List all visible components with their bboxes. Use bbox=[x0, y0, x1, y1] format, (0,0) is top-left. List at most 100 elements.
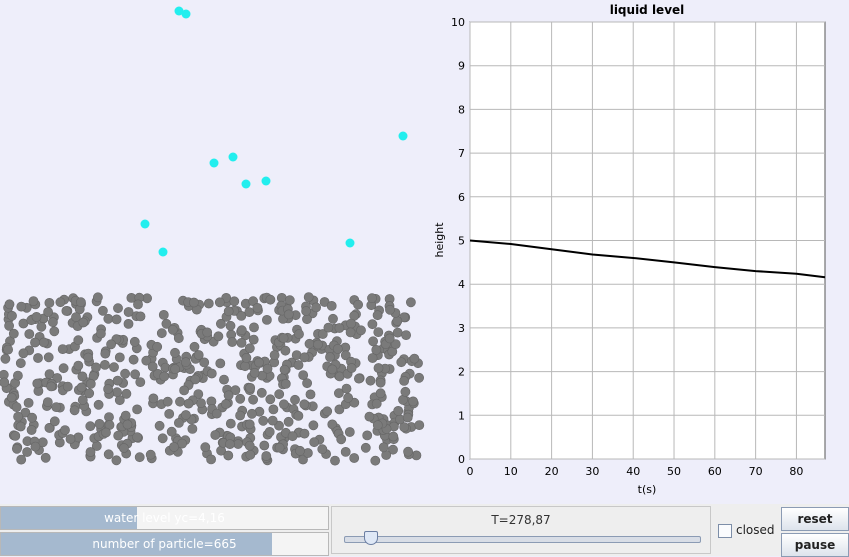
y-tick-label: 8 bbox=[458, 103, 465, 116]
liquid-particle bbox=[327, 364, 338, 375]
liquid-particle bbox=[15, 358, 26, 369]
liquid-particle bbox=[341, 383, 352, 394]
liquid-particle bbox=[100, 348, 111, 359]
liquid-particle bbox=[287, 431, 298, 442]
liquid-particle bbox=[114, 352, 125, 363]
vapor-particle bbox=[241, 179, 251, 189]
liquid-particle bbox=[96, 328, 106, 339]
x-tick-label: 30 bbox=[585, 465, 599, 478]
liquid-particle bbox=[132, 432, 142, 442]
time-slider-label: T=278,87 bbox=[491, 513, 551, 527]
liquid-particle bbox=[73, 360, 84, 371]
liquid-particle bbox=[274, 389, 285, 400]
liquid-particle bbox=[16, 301, 27, 312]
liquid-particle bbox=[264, 426, 275, 437]
liquid-particle bbox=[235, 410, 245, 421]
liquid-particle bbox=[283, 309, 294, 320]
liquid-particle bbox=[313, 339, 323, 350]
liquid-particle bbox=[372, 420, 383, 431]
x-tick-label: 20 bbox=[545, 465, 559, 478]
y-axis-label: height bbox=[433, 222, 446, 258]
liquid-particle bbox=[265, 294, 276, 305]
liquid-particle bbox=[8, 328, 19, 339]
liquid-particle bbox=[188, 297, 199, 308]
liquid-particle bbox=[214, 297, 225, 308]
liquid-particle bbox=[343, 392, 353, 403]
particle-count-bar: number of particle=665 bbox=[0, 532, 329, 556]
vapor-particle bbox=[181, 9, 191, 19]
reset-button[interactable]: reset bbox=[781, 507, 849, 531]
liquid-particle bbox=[0, 377, 10, 388]
liquid-particle bbox=[356, 325, 366, 336]
liquid-particle bbox=[295, 445, 305, 456]
liquid-particle bbox=[317, 444, 328, 455]
liquid-particle bbox=[259, 440, 270, 451]
liquid-particle bbox=[4, 320, 15, 331]
liquid-particle bbox=[206, 368, 217, 379]
liquid-particle bbox=[27, 412, 37, 423]
liquid-particle bbox=[170, 347, 180, 358]
closed-checkbox[interactable] bbox=[718, 524, 732, 538]
liquid-particle bbox=[290, 394, 300, 405]
liquid-particle bbox=[334, 323, 345, 333]
time-slider[interactable] bbox=[344, 536, 701, 543]
liquid-particle bbox=[261, 314, 272, 325]
liquid-level-chart: liquid level 0 1 2 3 4 5 6 7 8 9 10 0 10 20 30 40 50 60 70… bbox=[433, 3, 826, 496]
liquid-particle bbox=[414, 420, 425, 430]
x-tick-label: 40 bbox=[626, 465, 640, 478]
liquid-particle bbox=[399, 375, 409, 386]
liquid-particle bbox=[370, 455, 381, 466]
y-tick-label: 2 bbox=[458, 366, 465, 379]
vapor-particle bbox=[209, 158, 219, 168]
liquid-particle bbox=[353, 299, 363, 310]
liquid-particle bbox=[196, 398, 206, 408]
liquid-particle bbox=[405, 297, 416, 308]
liquid-particle bbox=[13, 411, 23, 422]
liquid-particle bbox=[62, 381, 73, 392]
liquid-particle bbox=[283, 416, 294, 427]
liquid-particle bbox=[24, 329, 35, 339]
liquid-particle bbox=[123, 307, 134, 317]
vapor-particle bbox=[261, 176, 271, 186]
liquid-particle bbox=[73, 335, 84, 346]
liquid-particle bbox=[267, 415, 278, 426]
liquid-particle bbox=[305, 389, 316, 400]
y-tick-label: 0 bbox=[458, 453, 465, 466]
liquid-particle bbox=[373, 363, 384, 373]
liquid-particle bbox=[293, 360, 304, 370]
liquid-particle bbox=[332, 343, 343, 354]
liquid-particle bbox=[78, 317, 89, 328]
liquid-particle bbox=[371, 398, 382, 409]
liquid-particle bbox=[311, 302, 321, 313]
liquid-particle bbox=[128, 354, 139, 365]
liquid-particle bbox=[384, 333, 395, 344]
liquid-particle bbox=[360, 442, 371, 453]
liquid-particle bbox=[12, 370, 23, 381]
liquid-particle bbox=[133, 299, 143, 310]
liquid-particle bbox=[248, 394, 258, 405]
liquid-particle bbox=[6, 392, 17, 403]
liquid-particle bbox=[113, 303, 123, 314]
liquid-particle bbox=[164, 408, 175, 419]
liquid-particle bbox=[187, 423, 198, 434]
liquid-particle bbox=[122, 419, 133, 430]
liquid-particle bbox=[106, 339, 116, 350]
liquid-particle bbox=[353, 373, 364, 384]
liquid-particle bbox=[225, 320, 236, 331]
liquid-particle bbox=[227, 337, 238, 347]
liquid-particle bbox=[326, 300, 337, 311]
liquid-particle bbox=[252, 302, 263, 313]
liquid-particle bbox=[336, 434, 347, 445]
liquid-particle bbox=[402, 412, 413, 423]
pause-button[interactable]: pause bbox=[781, 533, 849, 557]
liquid-particle bbox=[294, 329, 304, 339]
liquid-particle bbox=[365, 375, 376, 386]
liquid-particle bbox=[210, 430, 221, 440]
liquid-particle bbox=[202, 327, 213, 338]
closed-checkbox-label[interactable]: closed bbox=[736, 523, 775, 537]
vapor-particles bbox=[140, 6, 408, 257]
liquid-particle bbox=[371, 344, 382, 355]
liquid-particle bbox=[51, 402, 62, 412]
y-tick-label: 5 bbox=[458, 235, 465, 248]
liquid-particle bbox=[211, 408, 222, 419]
